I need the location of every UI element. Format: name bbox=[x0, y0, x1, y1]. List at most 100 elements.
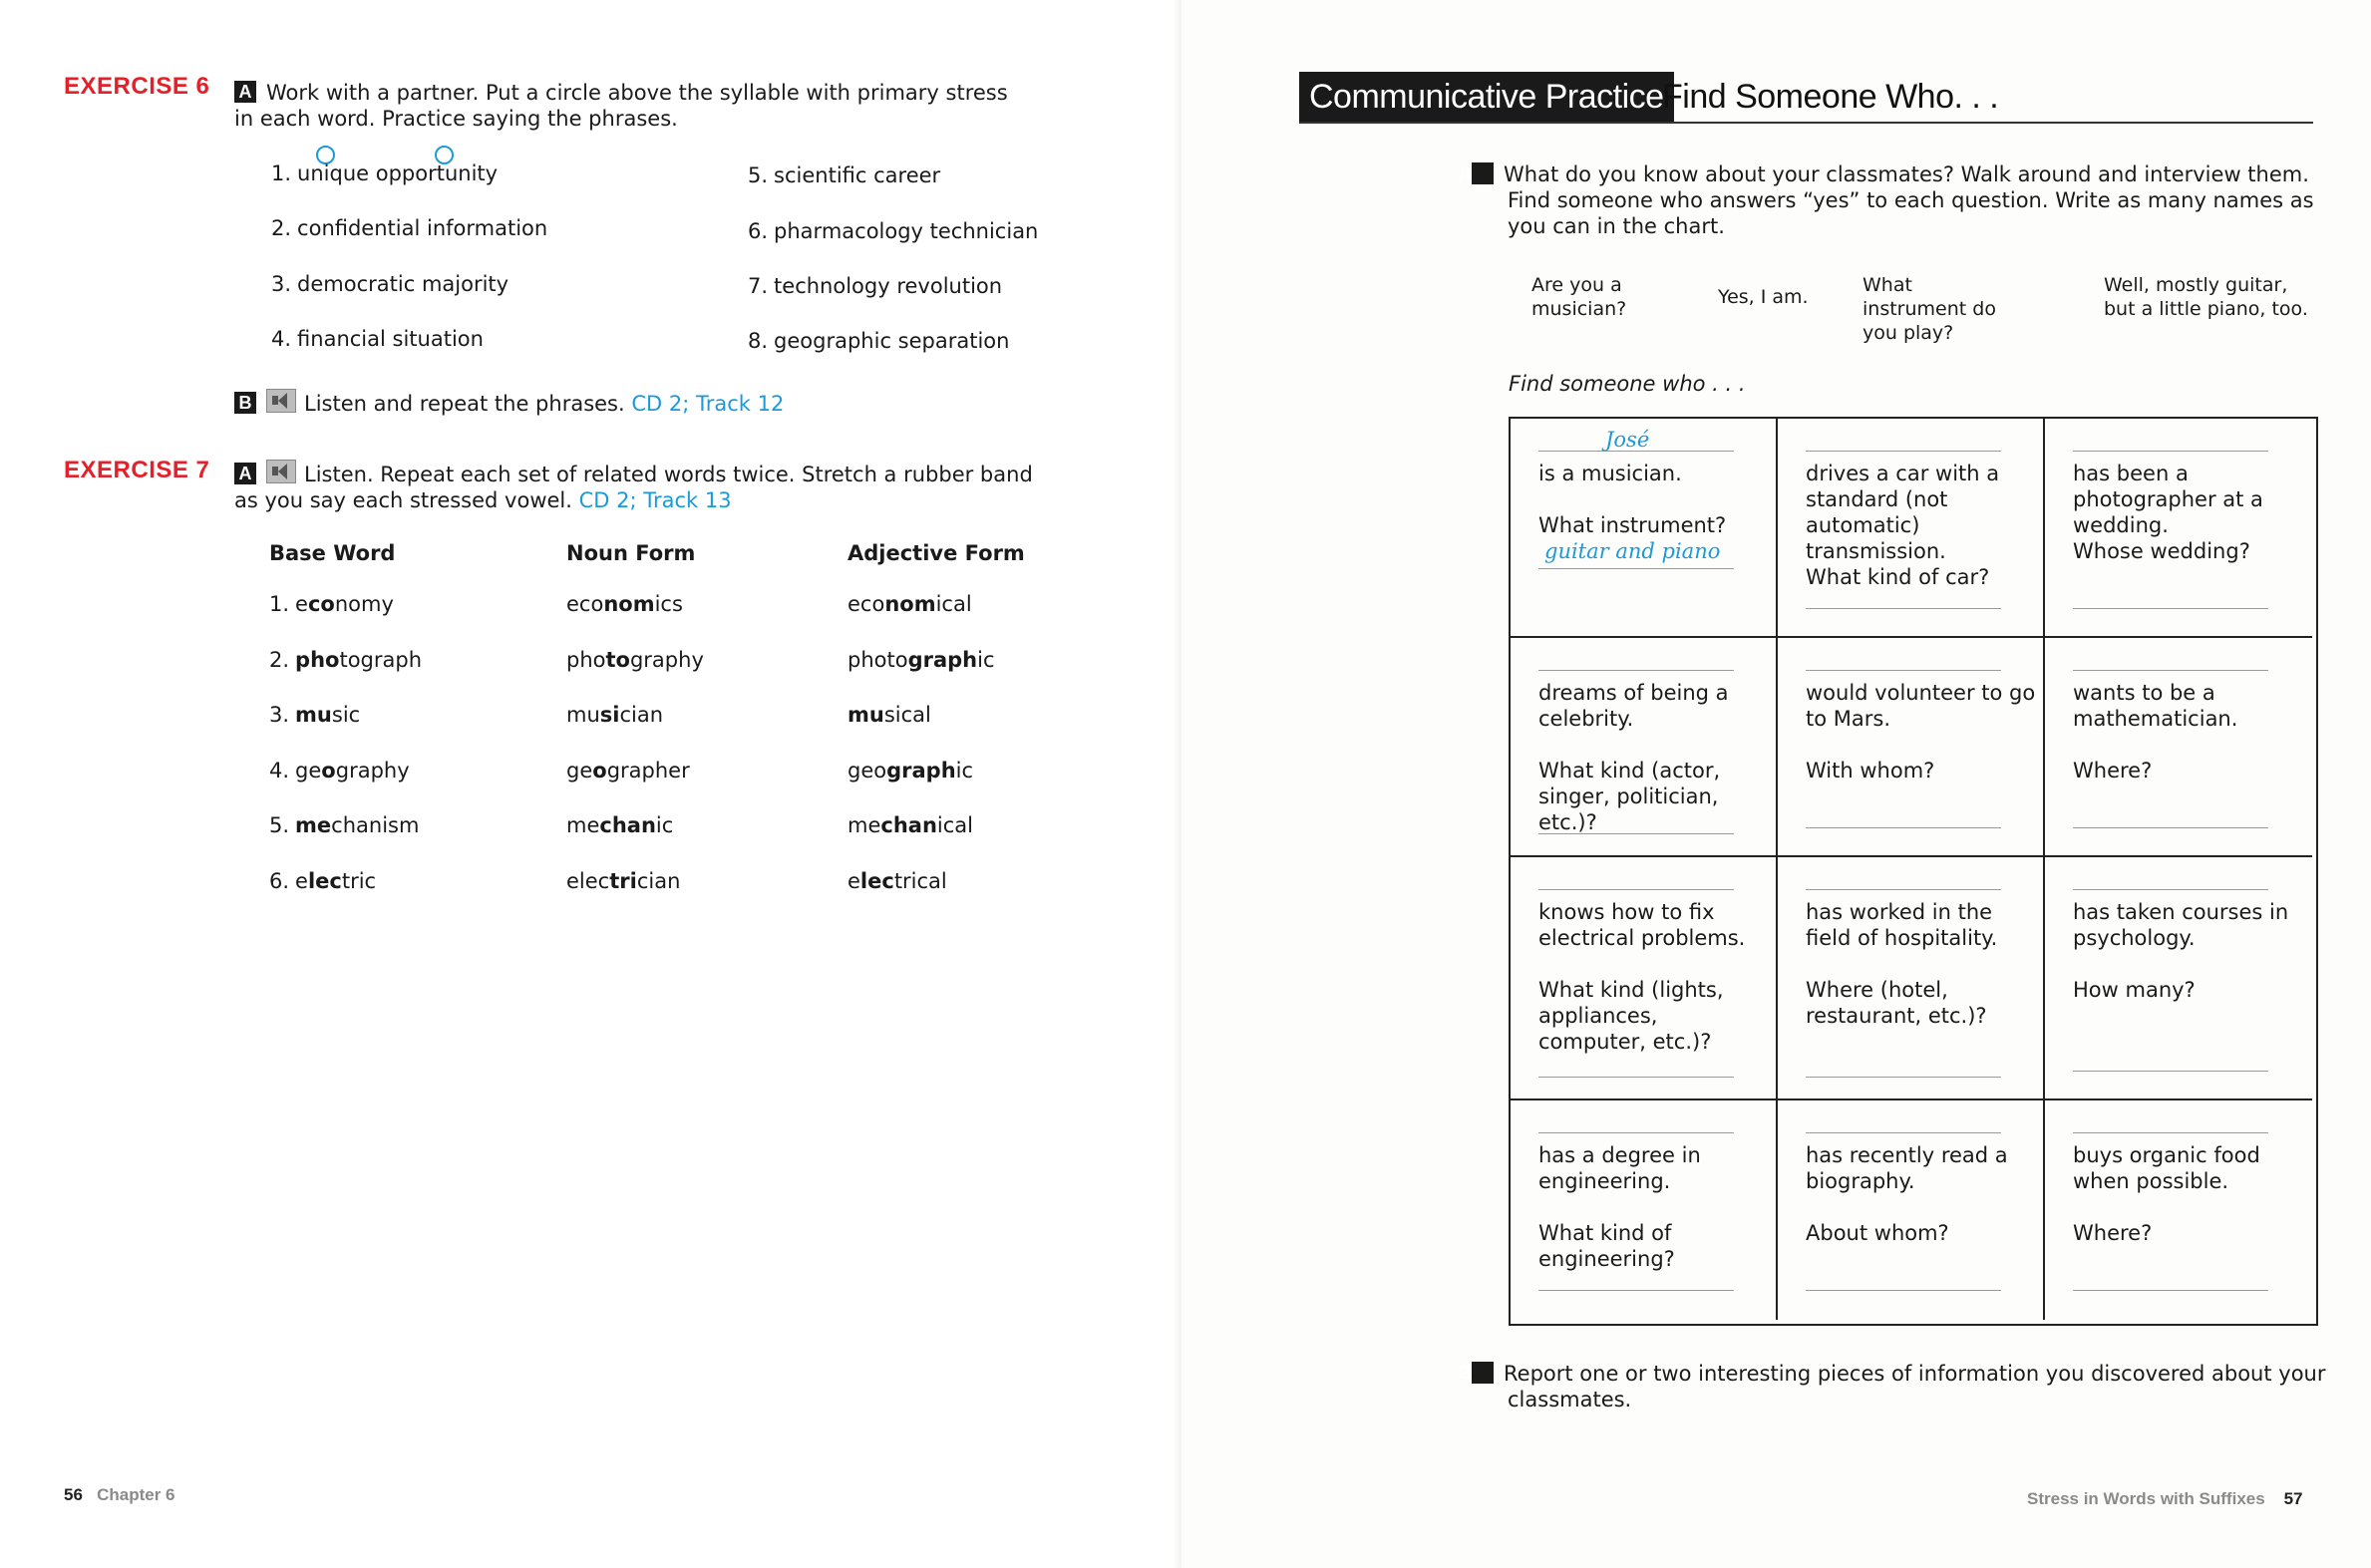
chart-cell[interactable]: would volunteer to go to Mars. With whom? bbox=[1778, 638, 2045, 857]
column-header-adjective: Adjective Form bbox=[847, 541, 1025, 565]
noun-word-cell: mechanic bbox=[566, 813, 674, 837]
phrase-item: 2. confidential information bbox=[271, 216, 548, 240]
name-write-line[interactable] bbox=[1538, 670, 1734, 671]
name-write-line[interactable] bbox=[2073, 451, 2268, 452]
cell-statement: has a degree in engineering. bbox=[1538, 1143, 1701, 1193]
exercise-7-label: EXERCISE 7 bbox=[64, 457, 210, 483]
communicative-part-a: A What do you know about your classmates?… bbox=[1458, 162, 2314, 238]
part-a-letter: A bbox=[234, 463, 256, 484]
column-header-noun: Noun Form bbox=[566, 541, 696, 565]
base-word-cell: 6. electric bbox=[269, 869, 377, 893]
chart-cell[interactable]: knows how to fix electrical problems. Wha… bbox=[1511, 857, 1778, 1100]
cell-statement: drives a car with a standard (not automa… bbox=[1806, 462, 2000, 563]
answer-write-line[interactable] bbox=[1538, 1077, 1734, 1078]
chart-cell[interactable]: has a degree in engineering. What kind of… bbox=[1511, 1100, 1778, 1320]
cell-statement: knows how to fix electrical problems. bbox=[1538, 900, 1746, 950]
communicative-part-b: B Report one or two interesting pieces of… bbox=[1458, 1362, 2326, 1411]
section-header: Communicative Practice Find Someone Who.… bbox=[1299, 72, 2313, 124]
cell-question: About whom? bbox=[1806, 1221, 1949, 1245]
part-a-letter: A bbox=[1459, 162, 1494, 184]
phrase-item: 3. democratic majority bbox=[271, 272, 509, 296]
name-write-line[interactable] bbox=[2073, 670, 2268, 671]
noun-word-cell: photography bbox=[566, 648, 704, 672]
adj-word-cell: electrical bbox=[847, 869, 947, 893]
cell-question: Whose wedding? bbox=[2073, 539, 2250, 563]
answer-write-line[interactable] bbox=[2073, 1071, 2268, 1072]
exercise-7-part-a: A Listen. Repeat each set of related word… bbox=[234, 460, 1052, 513]
cell-statement: would volunteer to go to Mars. bbox=[1806, 681, 2036, 731]
chart-cell[interactable]: is a musician. What instrument? José guitar… bbox=[1511, 419, 1778, 638]
chart-cell[interactable]: wants to be a mathematician. Where? bbox=[2045, 638, 2312, 857]
answer-write-line[interactable] bbox=[1538, 1290, 1734, 1291]
answer-write-line[interactable] bbox=[1806, 827, 2001, 828]
name-write-line[interactable] bbox=[1538, 1132, 1734, 1133]
chart-cell[interactable]: has taken courses in psychology. How many… bbox=[2045, 857, 2312, 1100]
base-word-cell: 1. economy bbox=[269, 592, 394, 616]
cell-question: What kind of car? bbox=[1806, 565, 1990, 589]
name-write-line[interactable] bbox=[1538, 889, 1734, 890]
chart-cell[interactable]: drives a car with a standard (not automa… bbox=[1778, 419, 2045, 638]
cell-question: Where? bbox=[2073, 1221, 2153, 1245]
left-footer: 56 Chapter 6 bbox=[64, 1485, 175, 1504]
name-write-line[interactable] bbox=[1806, 889, 2001, 890]
track-reference: CD 2; Track 13 bbox=[578, 488, 732, 512]
chart-cell[interactable]: has recently read a biography. About whom… bbox=[1778, 1100, 2045, 1320]
cell-question: What kind (lights, appliances, computer,… bbox=[1538, 978, 1724, 1054]
column-header-base: Base Word bbox=[269, 541, 396, 565]
cell-question: How many? bbox=[2073, 978, 2196, 1002]
exercise-6-part-a: A Work with a partner. Put a circle above… bbox=[234, 80, 1032, 132]
dialogue-answer: Yes, I am. bbox=[1718, 286, 1809, 308]
answer-write-line[interactable] bbox=[1538, 568, 1734, 569]
cell-question: What instrument? bbox=[1538, 513, 1727, 537]
cell-statement: dreams of being a celebrity. bbox=[1538, 681, 1729, 731]
chart-cell[interactable]: buys organic food when possible. Where? bbox=[2045, 1100, 2312, 1320]
name-write-line[interactable] bbox=[1806, 1132, 2001, 1133]
track-reference: CD 2; Track 12 bbox=[631, 392, 785, 416]
answer-write-line[interactable] bbox=[2073, 608, 2268, 609]
part-b-letter: B bbox=[1459, 1362, 1494, 1384]
base-word-cell: 2. photograph bbox=[269, 648, 423, 672]
cell-question: What kind (actor, singer, politician, et… bbox=[1538, 759, 1721, 834]
base-word-cell: 3. music bbox=[269, 703, 361, 727]
dialogue-question: What instrument do you play? bbox=[1863, 274, 1996, 344]
cell-statement: has been a photographer at a wedding. bbox=[2073, 462, 2263, 537]
name-write-line[interactable] bbox=[1806, 670, 2001, 671]
answer-write-line[interactable] bbox=[2073, 827, 2268, 828]
answer-write-line[interactable] bbox=[1806, 1077, 2001, 1078]
cell-question: With whom? bbox=[1806, 759, 1935, 783]
cell-statement: wants to be a mathematician. bbox=[2073, 681, 2238, 731]
cell-statement: has recently read a biography. bbox=[1806, 1143, 2008, 1193]
chart-cell[interactable]: has worked in the field of hospitality. W… bbox=[1778, 857, 2045, 1100]
phrase-item: 7. technology revolution bbox=[748, 274, 1003, 298]
part-a-letter: A bbox=[234, 81, 256, 103]
answer-write-line[interactable] bbox=[1538, 833, 1734, 834]
left-page: EXERCISE 6 A Work with a partner. Put a c… bbox=[0, 0, 1182, 1568]
chart-cell[interactable]: dreams of being a celebrity. What kind (a… bbox=[1511, 638, 1778, 857]
adj-word-cell: geographic bbox=[847, 759, 974, 783]
phrase-item: 5. scientific career bbox=[748, 163, 941, 187]
section-title: Find Someone Who. . . bbox=[1662, 78, 1999, 116]
name-write-line[interactable] bbox=[2073, 889, 2268, 890]
answer-write-line[interactable] bbox=[1806, 608, 2001, 609]
noun-word-cell: electrician bbox=[566, 869, 681, 893]
cell-statement: buys organic food when possible. bbox=[2073, 1143, 2260, 1193]
dialogue-question: Are you a musician? bbox=[1531, 274, 1627, 320]
exercise-6-part-b: B Listen and repeat the phrases. CD 2; Tr… bbox=[234, 389, 784, 417]
cell-question: Where? bbox=[2073, 759, 2153, 783]
exercise-6-label: EXERCISE 6 bbox=[64, 73, 210, 100]
exercise-6-a-instructions: Work with a partner. Put a circle above … bbox=[234, 81, 1008, 131]
noun-word-cell: geographer bbox=[566, 759, 690, 783]
name-write-line[interactable] bbox=[1806, 451, 2001, 452]
section-label: Communicative Practice bbox=[1299, 72, 1674, 122]
answer-write-line[interactable] bbox=[1806, 1290, 2001, 1291]
audio-speaker-icon[interactable] bbox=[266, 460, 296, 483]
answer-write-line[interactable] bbox=[2073, 1290, 2268, 1291]
name-write-line[interactable] bbox=[2073, 1132, 2268, 1133]
dialogue-answer: Well, mostly guitar, but a little piano,… bbox=[2104, 274, 2308, 320]
audio-speaker-icon[interactable] bbox=[266, 389, 296, 413]
find-someone-chart: is a musician. What instrument? José guitar… bbox=[1509, 417, 2318, 1326]
chart-cell[interactable]: has been a photographer at a wedding. Who… bbox=[2045, 419, 2312, 638]
part-b-letter: B bbox=[234, 392, 256, 414]
adj-word-cell: photographic bbox=[847, 648, 995, 672]
base-word-cell: 5. mechanism bbox=[269, 813, 420, 837]
